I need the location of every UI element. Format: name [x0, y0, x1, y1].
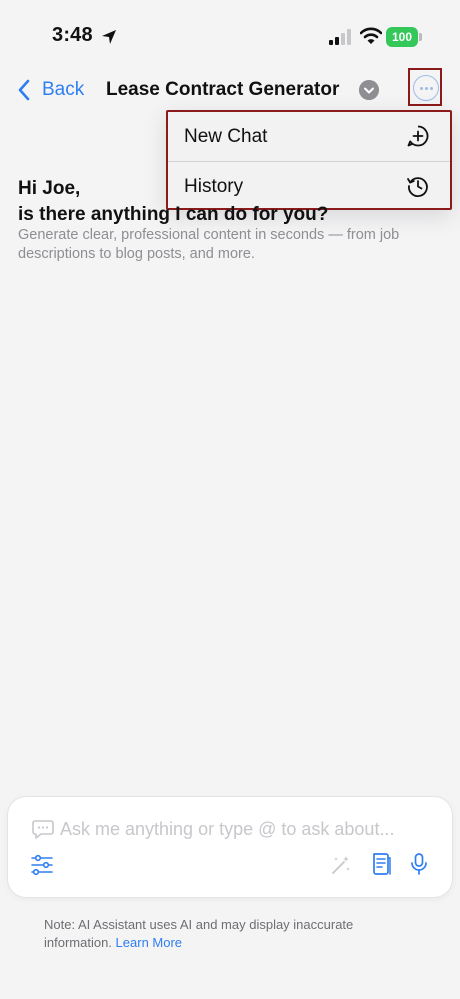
learn-more-link[interactable]: Learn More [116, 935, 182, 950]
menu-item-label: New Chat [184, 125, 268, 147]
magic-wand-icon[interactable] [330, 854, 352, 876]
greeting-subtitle: Generate clear, professional content in … [18, 227, 400, 262]
status-bar: 3:48 100 [0, 0, 460, 70]
document-icon[interactable] [370, 852, 392, 876]
greeting-line-1: Hi Joe, [18, 178, 81, 199]
cellular-signal-icon [329, 29, 351, 45]
chevron-down-icon[interactable] [359, 80, 379, 100]
back-label: Back [42, 79, 85, 100]
back-button[interactable]: Back [16, 78, 84, 102]
composer [8, 797, 452, 897]
location-arrow-icon [102, 30, 116, 44]
more-icon[interactable] [413, 75, 439, 101]
wifi-icon [360, 27, 382, 44]
status-time: 3:48 [52, 24, 93, 46]
chat-bubble-icon [32, 820, 54, 839]
menu-item-new-chat[interactable]: New Chat [168, 112, 450, 162]
nav-bar: Back Lease Contract Generator [0, 70, 460, 114]
plus-bubble-icon [407, 125, 429, 147]
disclaimer-text: Note: AI Assistant uses AI and may displ… [44, 917, 354, 950]
battery-icon: 100 [386, 27, 418, 47]
battery-level: 100 [391, 30, 413, 44]
greeting-line-2: is there anything I can do for you? [18, 204, 329, 225]
greeting: Hi Joe, is there anything I can do for y… [18, 176, 328, 228]
chevron-left-icon [18, 79, 30, 101]
microphone-icon[interactable] [410, 852, 428, 876]
history-icon [407, 177, 428, 197]
page-title[interactable]: Lease Contract Generator [106, 79, 339, 101]
sliders-icon[interactable] [30, 854, 54, 876]
message-input[interactable] [60, 819, 440, 840]
disclaimer-note: Note: AI Assistant uses AI and may displ… [44, 916, 424, 952]
battery-tip [419, 33, 422, 41]
